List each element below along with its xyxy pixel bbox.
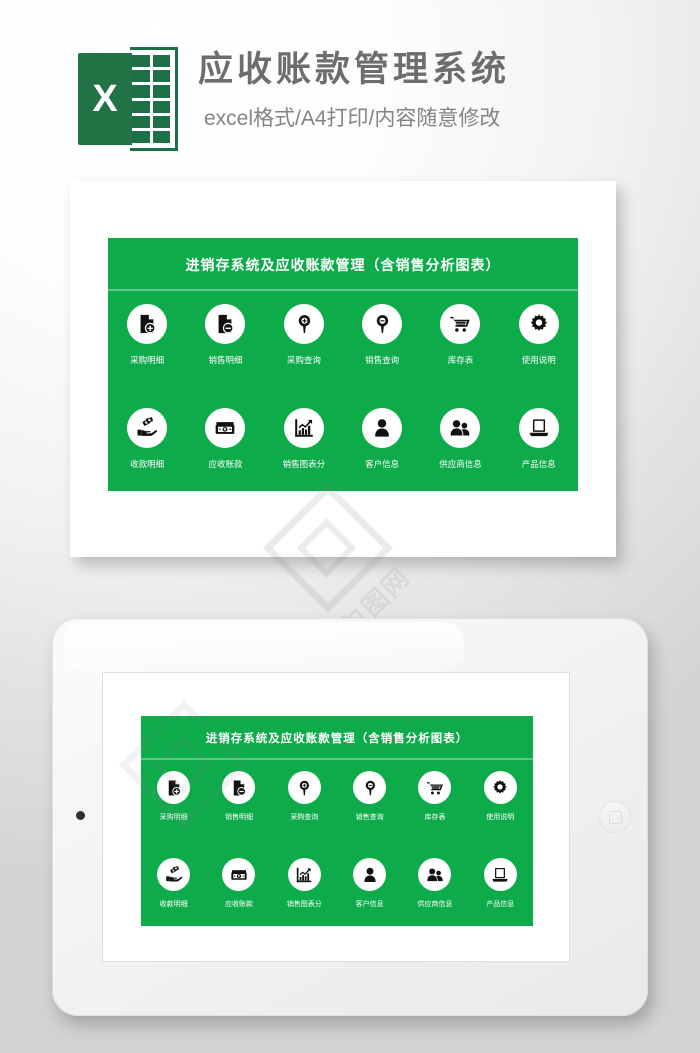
home-button[interactable] (599, 801, 631, 833)
menu-panel: 进销存系统及应收账款管理（含销售分析图表） 采购明细 销售明细 采购查询 销售查… (141, 716, 533, 926)
menu-item-label: 库存表 (447, 355, 474, 365)
menu-item-label: 收款明细 (130, 459, 165, 469)
menu-item-label: 收款明细 (159, 901, 188, 908)
menu-item-instructions[interactable]: 使用说明 (468, 771, 533, 822)
people-group-icon (418, 858, 452, 891)
cash-stack-icon (205, 408, 246, 448)
menu-row: 采购明细 销售明细 采购查询 销售查询 库存表 使用说明 (108, 296, 578, 400)
bar-chart-trend-icon (283, 408, 324, 448)
menu-row: 收款明细 应收账款 销售图表分 客户信息 供应商信息 产品信息 (108, 400, 578, 504)
menu-item-receipt-detail[interactable]: 收款明细 (108, 408, 186, 470)
menu-item-label: 销售明细 (224, 814, 253, 821)
menu-item-label: 采购明细 (130, 355, 165, 365)
menu-item-label: 销售查询 (355, 814, 384, 821)
menu-item-label: 应收账款 (224, 901, 253, 908)
menu-item-product-info[interactable]: 产品信息 (500, 408, 578, 470)
menu-item-purchase-query[interactable]: 采购查询 (272, 771, 337, 822)
magnifier-plus-icon (287, 771, 321, 804)
page-title: 应收账款管理系统 (198, 50, 511, 89)
menu-item-purchase-detail[interactable]: 采购明细 (141, 771, 206, 822)
menu-item-sales-detail[interactable]: 销售明细 (206, 771, 271, 822)
menu-item-label: 销售明细 (208, 355, 243, 365)
menu-item-inventory-table[interactable]: 库存表 (421, 304, 499, 366)
menu-item-label: 产品信息 (521, 459, 556, 469)
page-header: X 应收账款管理系统 excel格式/A4打印/内容随意修改 (0, 0, 700, 172)
menu-panel-title: 进销存系统及应收账款管理（含销售分析图表） (205, 733, 469, 745)
menu-item-label: 供应商信息 (417, 901, 453, 908)
menu-item-label: 使用说明 (521, 355, 556, 365)
menu-item-sales-query[interactable]: 销售查询 (343, 304, 421, 366)
document-plus-icon (157, 771, 191, 804)
excel-logo-letter: X (92, 78, 118, 120)
title-block: 应收账款管理系统 excel格式/A4打印/内容随意修改 (198, 50, 668, 132)
magnifier-plus-icon (283, 304, 324, 344)
menu-item-supplier-info[interactable]: 供应商信息 (402, 858, 467, 909)
page-subtitle: excel格式/A4打印/内容随意修改 (204, 107, 501, 131)
menu-item-label: 销售查询 (365, 355, 400, 365)
document-plus-icon (127, 304, 168, 344)
menu-row: 收款明细 应收账款 销售图表分 客户信息 供应商信息 产品信息 (141, 851, 533, 938)
laptop-icon (483, 858, 517, 891)
menu-panel-title: 进销存系统及应收账款管理（含销售分析图表） (185, 257, 501, 273)
menu-item-receivables[interactable]: 应收账款 (206, 858, 271, 909)
person-icon (362, 408, 403, 448)
gear-icon (518, 304, 559, 344)
menu-item-receivables[interactable]: 应收账款 (186, 408, 264, 470)
menu-item-label: 应收账款 (208, 459, 243, 469)
menu-row: 采购明细 销售明细 采购查询 销售查询 库存表 使用说明 (141, 764, 533, 851)
menu-grid: 采购明细 销售明细 采购查询 销售查询 库存表 使用说明 收款明细 应收账款 销… (141, 764, 533, 938)
people-group-icon (440, 408, 481, 448)
menu-item-inventory-table[interactable]: 库存表 (402, 771, 467, 822)
panel-divider (141, 758, 533, 760)
menu-item-supplier-info[interactable]: 供应商信息 (421, 408, 499, 470)
menu-item-sales-query[interactable]: 销售查询 (337, 771, 402, 822)
excel-logo: X (78, 47, 178, 151)
gear-icon (483, 771, 517, 804)
menu-item-label: 销售图表分 (286, 901, 322, 908)
shopping-cart-icon (440, 304, 481, 344)
menu-item-label: 产品信息 (486, 901, 515, 908)
excel-logo-tab: X (78, 53, 132, 145)
menu-item-label: 库存表 (424, 814, 446, 821)
menu-item-label: 采购查询 (286, 355, 321, 365)
menu-item-instructions[interactable]: 使用说明 (500, 304, 578, 366)
person-icon (353, 858, 387, 891)
menu-panel: 进销存系统及应收账款管理（含销售分析图表） 采购明细 销售明细 采购查询 销售查… (108, 238, 578, 491)
bar-chart-trend-icon (287, 858, 321, 891)
shopping-cart-icon (418, 771, 452, 804)
hand-money-icon (157, 858, 191, 891)
excel-logo-grid (130, 47, 178, 151)
tablet-mockup: 进销存系统及应收账款管理（含销售分析图表） 采购明细 销售明细 采购查询 销售查… (52, 618, 648, 1016)
laptop-icon (518, 408, 559, 448)
menu-item-customer-info[interactable]: 客户信息 (343, 408, 421, 470)
hand-money-icon (127, 408, 168, 448)
menu-item-customer-info[interactable]: 客户信息 (337, 858, 402, 909)
menu-item-sales-chart[interactable]: 销售图表分 (265, 408, 343, 470)
menu-item-label: 客户信息 (355, 901, 384, 908)
menu-item-label: 采购明细 (159, 814, 188, 821)
preview-sheet: 进销存系统及应收账款管理（含销售分析图表） 采购明细 销售明细 采购查询 销售查… (70, 181, 616, 557)
document-minus-icon (222, 771, 256, 804)
menu-item-receipt-detail[interactable]: 收款明细 (141, 858, 206, 909)
menu-item-label: 供应商信息 (439, 459, 482, 469)
magnifier-minus-icon (353, 771, 387, 804)
cash-stack-icon (222, 858, 256, 891)
page-background: X 应收账款管理系统 excel格式/A4打印/内容随意修改 进销存系统及应收账… (0, 0, 700, 1053)
menu-item-purchase-query[interactable]: 采购查询 (265, 304, 343, 366)
tablet-screen: 进销存系统及应收账款管理（含销售分析图表） 采购明细 销售明细 采购查询 销售查… (102, 672, 570, 962)
menu-item-label: 销售图表分 (282, 459, 326, 469)
menu-item-label: 使用说明 (486, 814, 515, 821)
menu-item-product-info[interactable]: 产品信息 (468, 858, 533, 909)
camera-icon (76, 811, 85, 820)
menu-item-sales-detail[interactable]: 销售明细 (186, 304, 264, 366)
document-minus-icon (205, 304, 246, 344)
menu-item-label: 采购查询 (290, 814, 319, 821)
magnifier-minus-icon (362, 304, 403, 344)
menu-item-purchase-detail[interactable]: 采购明细 (108, 304, 186, 366)
panel-divider (108, 289, 578, 291)
menu-item-sales-chart[interactable]: 销售图表分 (272, 858, 337, 909)
menu-grid: 采购明细 销售明细 采购查询 销售查询 库存表 使用说明 收款明细 应收账款 销… (108, 296, 578, 504)
menu-item-label: 客户信息 (365, 459, 400, 469)
